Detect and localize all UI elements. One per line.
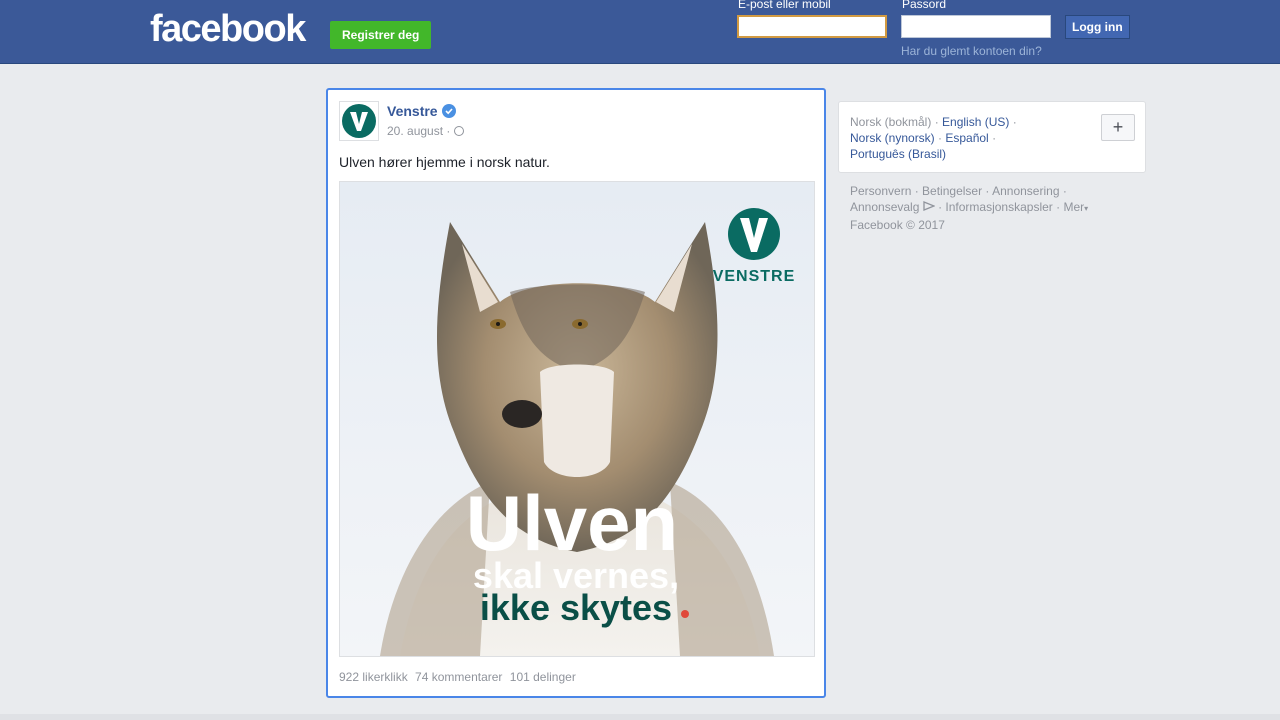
wolf-photo: VENSTRE Ulven skal vernes, ikke skytes [340,182,814,656]
footer-links: Personvern · Betingelser · Annonsering ·… [850,184,1089,232]
likes-count[interactable]: 922 likerklikk [339,670,408,684]
caret-down-icon: ▾ [1084,204,1089,213]
adchoices-icon [923,201,936,211]
footer-mer[interactable]: Mer [1063,200,1084,214]
login-button[interactable]: Logg inn [1065,15,1130,39]
image-brand-text: VENSTRE [713,268,796,285]
password-input[interactable] [901,15,1051,38]
post-image[interactable]: VENSTRE Ulven skal vernes, ikke skytes [339,181,815,657]
page-name-link[interactable]: Venstre [387,103,438,119]
language-list: Norsk (bokmål) · English (US) · Norsk (n… [850,115,1017,161]
password-label: Passord [902,0,947,11]
facebook-logo[interactable]: facebook [150,7,306,51]
more-languages-button[interactable]: + [1101,114,1135,141]
email-input[interactable] [737,15,887,38]
globe-icon [454,126,464,136]
footer-informasjonskapsler[interactable]: Informasjonskapsler [945,200,1052,214]
footer-annonsering[interactable]: Annonsering [992,184,1059,198]
register-button[interactable]: Registrer deg [330,21,432,49]
footer-copyright: Facebook © 2017 [850,218,945,232]
image-line3: ikke skytes [480,587,672,628]
footer-annonsevalg[interactable]: Annonsevalg [850,200,919,214]
language-current: Norsk (bokmål) [850,115,932,129]
footer-betingelser[interactable]: Betingelser [922,184,982,198]
forgot-account-link[interactable]: Har du glemt kontoen din? [901,44,1042,58]
bottom-bar [0,714,1280,720]
post-stats: 922 likerklikk 74 kommentarer 101 deling… [339,670,580,684]
venstre-logo-icon [342,104,376,138]
email-label: E-post eller mobil [738,0,831,11]
post-timestamp[interactable]: 20. august · [387,124,450,138]
language-portugues[interactable]: Português (Brasil) [850,147,946,161]
page-avatar[interactable] [339,101,379,141]
comments-count[interactable]: 74 kommentarer [415,670,502,684]
shares-count[interactable]: 101 delinger [510,670,576,684]
language-selector-box: Norsk (bokmål) · English (US) · Norsk (n… [838,101,1146,173]
post-text: Ulven hører hjemme i norsk natur. [339,154,550,170]
footer-personvern[interactable]: Personvern [850,184,911,198]
post-card: Venstre 20. august · Ulven hører hjemme … [326,88,826,698]
language-nynorsk[interactable]: Norsk (nynorsk) [850,131,935,145]
language-english[interactable]: English (US) [942,115,1009,129]
image-headline: Ulven [466,479,678,567]
top-bar: facebook Registrer deg E-post eller mobi… [0,0,1280,64]
verified-badge-icon [442,104,456,118]
language-espanol[interactable]: Español [945,131,988,145]
